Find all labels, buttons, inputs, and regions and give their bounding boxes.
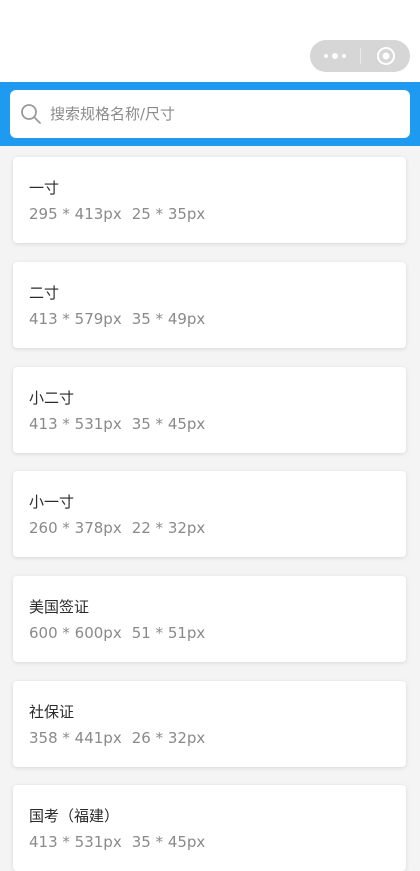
size-card[interactable]: 一寸 295 * 413px 25 * 35px (13, 157, 406, 243)
size-card[interactable]: 二寸 413 * 579px 35 * 49px (13, 262, 406, 348)
size-name: 社保证 (29, 703, 75, 721)
pixel-size: 600 * 600px (29, 624, 122, 642)
search-box[interactable] (10, 90, 410, 138)
mm-size: 35 * 45px (131, 833, 206, 851)
size-name: 美国签证 (29, 598, 90, 616)
size-card[interactable]: 国考（福建） 413 * 531px 35 * 45px (13, 785, 406, 871)
size-name: 国考（福建） (29, 807, 120, 825)
size-card[interactable]: 社保证 358 * 441px 26 * 32px (13, 681, 406, 767)
size-name: 小二寸 (29, 389, 75, 407)
pixel-size: 358 * 441px (29, 729, 122, 747)
pixel-size: 413 * 531px (29, 415, 122, 433)
top-bar (0, 0, 420, 82)
pixel-size: 413 * 579px (29, 310, 122, 328)
close-button[interactable] (361, 40, 410, 72)
size-name: 小一寸 (29, 493, 75, 511)
mm-size: 35 * 45px (131, 415, 206, 433)
search-icon (21, 104, 41, 124)
pixel-size: 413 * 531px (29, 833, 122, 851)
mm-size: 26 * 32px (131, 729, 206, 747)
size-dimensions: 600 * 600px 51 * 51px (29, 624, 205, 642)
mm-size: 22 * 32px (131, 519, 206, 537)
target-close-icon (376, 47, 395, 65)
size-name: 二寸 (29, 284, 60, 302)
size-card[interactable]: 小一寸 260 * 378px 22 * 32px (13, 471, 406, 557)
size-dimensions: 295 * 413px 25 * 35px (29, 205, 205, 223)
mm-size: 35 * 49px (131, 310, 206, 328)
search-input[interactable] (48, 104, 382, 124)
size-card[interactable]: 美国签证 600 * 600px 51 * 51px (13, 576, 406, 662)
size-dimensions: 260 * 378px 22 * 32px (29, 519, 205, 537)
search-bar (0, 82, 420, 146)
mini-program-capsule (310, 40, 410, 72)
size-name: 一寸 (29, 179, 60, 197)
size-dimensions: 413 * 579px 35 * 49px (29, 310, 205, 328)
size-dimensions: 413 * 531px 35 * 45px (29, 415, 205, 433)
size-dimensions: 413 * 531px 35 * 45px (29, 833, 205, 851)
pixel-size: 260 * 378px (29, 519, 122, 537)
size-card[interactable]: 小二寸 413 * 531px 35 * 45px (13, 367, 406, 453)
more-button[interactable] (310, 40, 360, 72)
size-dimensions: 358 * 441px 26 * 32px (29, 729, 205, 747)
mm-size: 25 * 35px (131, 205, 206, 223)
mm-size: 51 * 51px (131, 624, 206, 642)
pixel-size: 295 * 413px (29, 205, 122, 223)
more-dots-icon (324, 53, 346, 59)
